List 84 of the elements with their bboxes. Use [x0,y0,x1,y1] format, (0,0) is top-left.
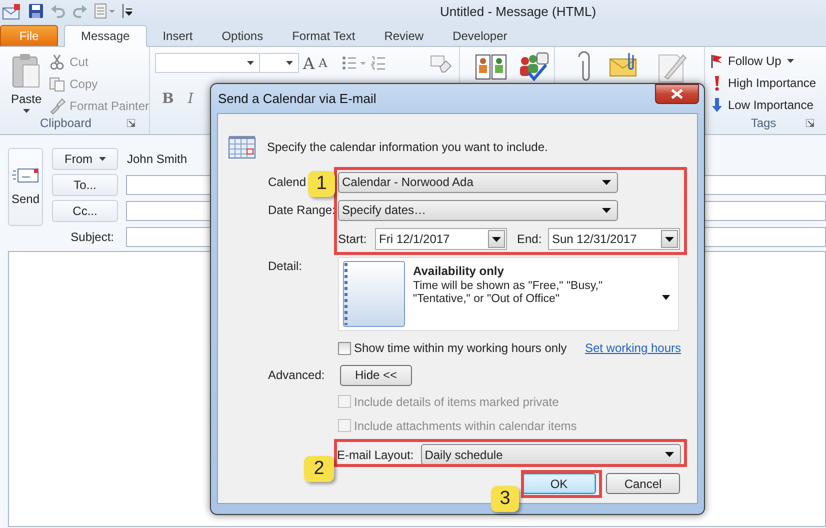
field-label: End: [517,232,543,246]
save-icon[interactable] [28,3,44,19]
ribbon-command[interactable]: Follow Up [709,53,826,69]
caret-icon [662,295,670,300]
italic-button[interactable]: I [188,91,194,107]
caret-icon [665,452,674,457]
caret-icon [247,61,254,65]
field-label: E-mail Layout: [337,448,414,462]
from-button[interactable]: From [52,148,118,170]
link[interactable]: Set working hours [584,341,681,355]
clipboard-icon [11,53,42,89]
hide-button[interactable]: Hide << [340,364,412,386]
close-icon [671,88,683,98]
group-label: Tags [750,116,776,130]
numbering-icon[interactable] [371,55,386,71]
caret-icon [602,180,611,184]
to-button[interactable]: To... [52,174,118,196]
step-badge: 3 [491,486,519,512]
field-label: Start: [338,232,368,246]
ribbon-tab[interactable]: Insert [150,26,206,46]
instruction-text: Specify the calendar information you want to include. [267,140,548,154]
calendar-dropdown[interactable]: Calendar - Norwood Ada [338,172,618,192]
layout-dropdown[interactable]: Daily schedule [420,444,681,465]
envelope-icon [12,168,40,184]
dropdown-button[interactable] [661,230,678,248]
checkbox[interactable]: Show time within my working hours only [338,341,567,355]
detail-description: Time will be shown as "Free," "Busy," "Tentative," or "Out of Office" [413,280,604,306]
dialog-button[interactable]: OK [522,473,596,494]
cc-button[interactable]: Cc... [52,200,118,222]
check-names-icon[interactable] [517,51,549,81]
calendar-icon [228,135,256,159]
down-arrow-icon [709,97,725,113]
font-size-field[interactable] [259,53,299,73]
grow-font-button[interactable]: A [303,54,315,72]
font-name-field[interactable] [155,53,260,73]
form-icon[interactable] [94,3,116,19]
field-label: Detail: [268,258,304,273]
mail-app-icon[interactable] [2,2,22,20]
layout-preview-icon [343,261,405,327]
ribbon-command[interactable]: High Importance [709,75,826,91]
caret-icon [492,236,501,242]
dialog-button[interactable]: Cancel [606,473,680,494]
sender-name: John Smith [126,152,188,166]
close-button[interactable] [655,84,699,104]
bold-button[interactable]: B [162,91,174,107]
ribbon-command[interactable]: Low Importance [709,97,826,113]
ribbon-tab[interactable]: Options [208,26,276,46]
ribbon-tab[interactable]: Message [64,25,147,47]
caret-icon [665,236,674,242]
dialog-launcher-icon[interactable] [806,119,814,127]
shrink-font-button[interactable]: A [318,56,328,70]
field-label: Calend [268,175,306,189]
caret-icon [98,157,106,161]
dropdown-button[interactable] [488,230,505,248]
send-button[interactable]: Send [8,148,43,226]
clear-formatting-icon[interactable] [430,55,452,73]
envelope-attachment-icon[interactable] [609,51,639,77]
customize-caret-icon[interactable] [122,3,132,19]
paintbrush-icon [48,98,66,114]
copy-icon [48,76,66,92]
detail-title: Availability only [413,264,505,278]
dialog-launcher-icon[interactable] [127,119,136,127]
detail-dropdown[interactable]: Availability only Time will be shown as "Free," "Busy," "Tentative," or "Out of Office" [338,257,679,331]
start-date-field[interactable]: Fri 12/1/2017 [375,228,507,250]
field-label: Advanced: [268,368,326,382]
ribbon-tab[interactable]: Developer [440,26,520,46]
caret-icon [286,61,293,65]
end-date-field[interactable]: Sun 12/31/2017 [548,228,680,250]
window-title: Untitled - Message (HTML) [440,4,596,18]
date-range-dropdown[interactable]: Specify dates… [338,200,618,220]
paperclip-icon[interactable] [577,51,591,83]
ribbon-tab[interactable]: Format Text [279,26,368,46]
ribbon-tab[interactable]: Review [371,26,437,46]
bullets-icon[interactable] [341,55,368,71]
caret-icon [22,109,30,113]
step-badge: 1 [308,171,335,197]
group-label: Clipboard [40,116,92,130]
paste-button[interactable]: Paste [4,53,49,115]
caret-icon [602,208,611,212]
step-badge: 2 [304,456,334,482]
scissors-icon [48,54,66,70]
subject-label: Subject: [70,230,115,244]
dialog-title: Send a Calendar via E-mail [218,91,376,106]
field-label: Date Range: [268,203,336,217]
